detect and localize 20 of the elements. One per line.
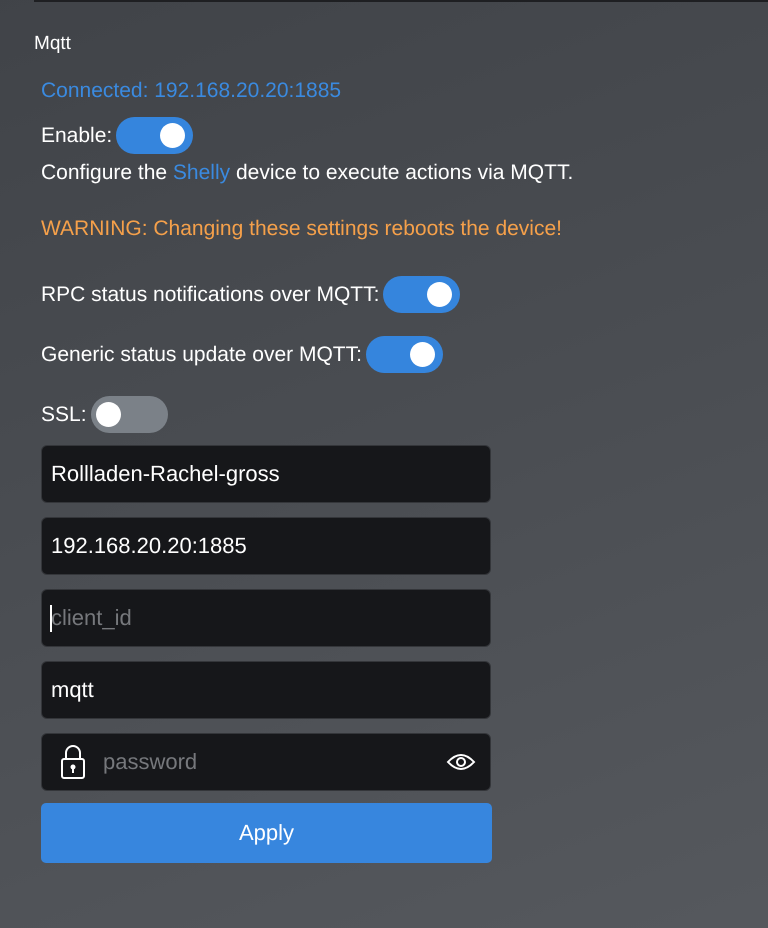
- option-toggle[interactable]: [90, 396, 168, 433]
- lock-icon: [60, 744, 86, 780]
- option-label: RPC status notifications over MQTT:: [41, 282, 380, 306]
- enable-label: Enable:: [41, 124, 112, 148]
- warning-text: WARNING: Changing these settings reboots the device!: [41, 216, 563, 242]
- option-toggle[interactable]: [383, 276, 460, 313]
- password-field[interactable]: password: [41, 733, 491, 791]
- description-text: Configure the Shelly device to execute actions via MQTT.: [41, 160, 574, 186]
- input-field[interactable]: 192.168.20.20:1885: [41, 517, 491, 575]
- input-field[interactable]: Rollladen-Rachel-gross: [41, 445, 491, 503]
- option-label: Generic status update over MQTT:: [41, 342, 362, 366]
- section-title: Mqtt: [34, 32, 72, 56]
- option-toggle[interactable]: [366, 336, 443, 373]
- connection-status: Connected: 192.168.20.20:1885: [41, 78, 342, 104]
- enable-toggle[interactable]: [116, 117, 194, 154]
- option-label: SSL:: [41, 402, 87, 426]
- input-field[interactable]: client_id: [41, 589, 491, 647]
- input-field[interactable]: mqtt: [41, 661, 491, 719]
- apply-button[interactable]: Apply: [41, 803, 492, 863]
- show-password-icon[interactable]: [446, 752, 476, 772]
